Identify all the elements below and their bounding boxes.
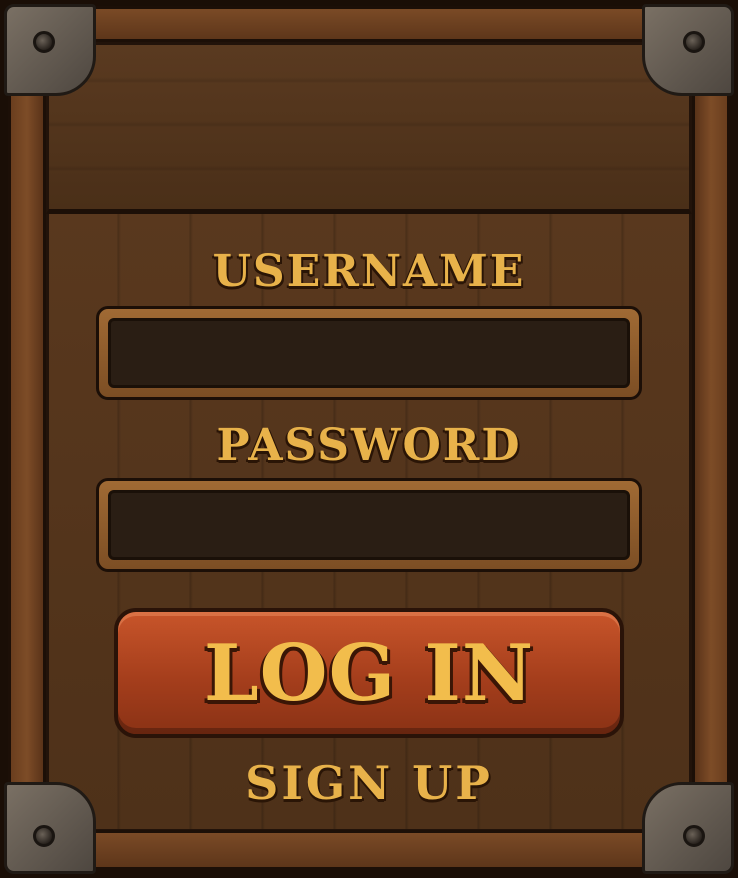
username-label: USERNAME — [212, 246, 526, 297]
bolt-icon — [33, 31, 55, 53]
bolt-icon — [683, 825, 705, 847]
frame-top — [20, 6, 718, 42]
login-panel: USERNAME PASSWORD LOG IN SIGN UP — [0, 0, 738, 878]
username-input[interactable] — [108, 318, 630, 388]
header-plank — [46, 42, 692, 214]
login-button[interactable]: LOG IN — [114, 608, 624, 738]
username-field-frame — [96, 306, 642, 400]
password-label: PASSWORD — [216, 420, 522, 471]
login-button-label: LOG IN — [203, 627, 535, 719]
bolt-icon — [33, 825, 55, 847]
signup-link[interactable]: SIGN UP — [0, 756, 738, 810]
password-input[interactable] — [108, 490, 630, 560]
corner-bracket-top-left — [4, 4, 96, 96]
corner-bracket-top-right — [642, 4, 734, 96]
frame-bottom — [20, 830, 718, 870]
bolt-icon — [683, 31, 705, 53]
password-field-frame — [96, 478, 642, 572]
